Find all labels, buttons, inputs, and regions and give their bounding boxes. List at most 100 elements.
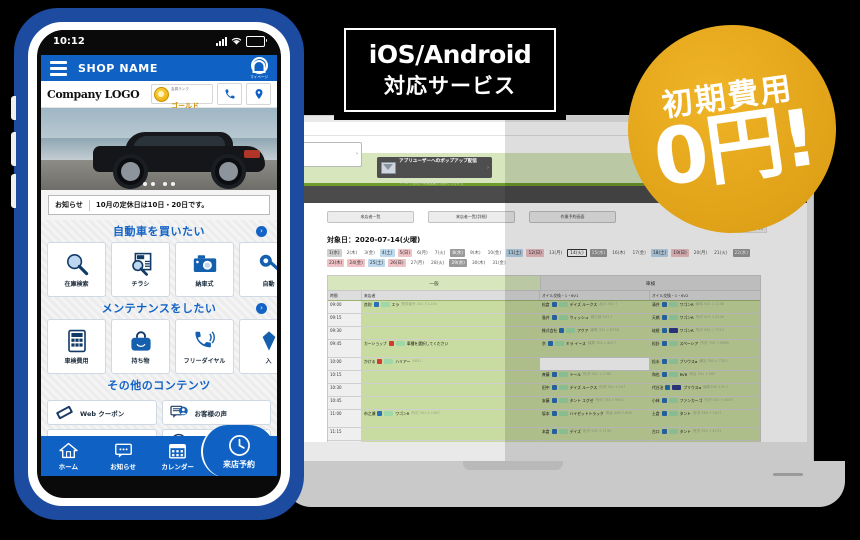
membership-rank-badge[interactable]: 会員ランク ゴールド: [151, 84, 213, 110]
hamburger-menu-icon[interactable]: [50, 60, 67, 76]
promo-composite: ュアル こちら › アプリユーザーへのポップアップ配信 イベント告知や緊急連絡方…: [0, 0, 860, 540]
tab-label: ホーム: [58, 462, 78, 471]
ios-badge-line1: iOS/Android: [368, 40, 532, 69]
phone-ring-icon: [194, 330, 215, 347]
tile-maintenance-extra[interactable]: 入: [239, 319, 277, 374]
chevron-right-icon[interactable]: ›: [256, 302, 267, 314]
plate-number: 所沢 501 ｵ 1367: [411, 411, 440, 415]
day-chip[interactable]: 3(金): [362, 249, 377, 257]
manual-line1: ュアル: [299, 146, 357, 153]
row-time: 09:45: [328, 340, 362, 357]
section-title-buy: 自動車を買いたい: [113, 225, 205, 238]
phone-volume-up-button[interactable]: [11, 132, 16, 166]
tile-label: 在庫検索: [64, 280, 89, 288]
laptop-trackpad-notch: [463, 461, 563, 470]
manual-line2: こちら: [299, 153, 357, 160]
notice-divider: [88, 199, 90, 211]
tile-free-dial[interactable]: フリーダイヤル: [175, 319, 234, 374]
clock-icon: [228, 434, 250, 456]
tile-delivery-ceremony[interactable]: 納車式: [175, 242, 234, 297]
hero-car-image: [93, 132, 265, 189]
row-time: 11:15: [328, 428, 362, 440]
map-button[interactable]: [246, 83, 271, 105]
tile-auto-extra[interactable]: 自動: [239, 242, 277, 297]
call-button[interactable]: [217, 83, 242, 105]
day-chip[interactable]: 9(木): [468, 249, 483, 257]
mail-icon: [381, 161, 396, 174]
battery-icon: [246, 35, 267, 47]
tab-visitor-list-detail[interactable]: 来店者一覧(詳細): [428, 211, 515, 223]
tile-label: 自動: [262, 280, 275, 288]
wifi-icon: [231, 37, 242, 45]
coupon-icon: [56, 405, 73, 420]
day-chip[interactable]: 8(水): [450, 249, 465, 257]
reserve-visit-button[interactable]: 来店予約: [201, 425, 275, 476]
mypage-button[interactable]: マイページ: [250, 56, 268, 80]
tile-label: Web クーポン: [80, 409, 125, 418]
day-chip[interactable]: 1(水): [327, 249, 342, 257]
phone-volume-down-button[interactable]: [11, 174, 16, 208]
visitor-name: 市之瀬: [364, 411, 376, 416]
status-chip: [373, 302, 379, 307]
tab-calendar[interactable]: カレンダー: [150, 442, 205, 471]
ios-badge-line2: 対応サービス: [384, 74, 516, 98]
status-chip: [388, 341, 394, 346]
tag-chip: [384, 359, 394, 364]
day-chip[interactable]: 23(木): [327, 259, 345, 267]
day-chip[interactable]: 25(土): [367, 259, 386, 267]
day-chip[interactable]: 26(日): [388, 259, 406, 267]
notice-bar[interactable]: お知らせ 10月の定休日は10日・20日です。: [48, 195, 270, 215]
phone-mute-button[interactable]: [11, 96, 16, 120]
day-chip[interactable]: 30(木): [470, 259, 487, 267]
tile-inspection-cost[interactable]: 車検費用: [47, 319, 106, 374]
car-model: エラ: [391, 302, 400, 307]
tile-label: 納車式: [195, 280, 214, 288]
popup-broadcast-button[interactable]: アプリユーザーへのポップアップ配信 イベント告知や緊急連絡方法はこちらから ›: [377, 157, 492, 185]
carousel-dots[interactable]: [143, 182, 175, 186]
day-chip[interactable]: 5(日): [397, 249, 413, 257]
day-chip[interactable]: 24(金): [347, 259, 365, 267]
chevron-right-icon[interactable]: ›: [256, 225, 267, 237]
day-chip[interactable]: 7(火): [433, 249, 448, 257]
tile-flyer[interactable]: チラシ: [111, 242, 170, 297]
tile-belongings[interactable]: 持ち物: [111, 319, 170, 374]
tile-web-coupon[interactable]: Web クーポン: [47, 400, 157, 425]
row-time: 09:15: [328, 314, 362, 326]
signal-bars-icon: [216, 36, 227, 46]
day-chip[interactable]: 27(月): [409, 259, 426, 267]
magnifier-icon: [66, 253, 88, 275]
section-title-other: その他のコンテンツ: [107, 379, 211, 392]
visitor-name: かける: [364, 359, 376, 364]
manual-card[interactable]: ュアル こちら ›: [299, 142, 362, 167]
row-time: 11:30: [328, 441, 362, 442]
tile-label: 持ち物: [131, 357, 150, 365]
other-row-1: Web クーポン お客様の声: [41, 400, 277, 425]
medal-icon: [154, 86, 169, 102]
logo-bar: Company LOGO 会員ランク ゴールド: [41, 81, 277, 110]
row-time: 10:45: [328, 397, 362, 409]
tab-visitor-list[interactable]: 来店者一覧: [327, 211, 414, 223]
tab-home[interactable]: ホーム: [41, 442, 96, 471]
day-chip[interactable]: 10(金): [486, 249, 503, 257]
hero-carousel[interactable]: [41, 108, 277, 190]
day-chip[interactable]: 29(水): [449, 259, 467, 267]
app-header: SHOP NAME マイページ: [41, 55, 277, 81]
day-chip[interactable]: 4(土): [379, 249, 395, 257]
row-time: 09:00: [328, 301, 362, 313]
section-header-buy: 自動車を買いたい ›: [41, 220, 277, 242]
tag-chip: [384, 411, 394, 416]
chevron-right-icon: ›: [487, 165, 489, 171]
row-time: 10:15: [328, 371, 362, 383]
day-chip[interactable]: 28(火): [429, 259, 446, 267]
bag-icon: [130, 330, 151, 351]
visitor-name: カーショップ: [364, 341, 387, 346]
col-header-time: 時間: [328, 291, 362, 300]
day-chip[interactable]: 2(木): [345, 249, 360, 257]
tile-customer-voice[interactable]: お客様の声: [161, 400, 271, 425]
phone-icon: [225, 89, 234, 99]
popup-title: アプリユーザーへのポップアップ配信: [399, 158, 478, 164]
day-chip[interactable]: 6(月): [415, 249, 430, 257]
chat-bubble-icon: [114, 443, 132, 457]
tab-notices[interactable]: お知らせ: [96, 442, 151, 471]
tile-stock-search[interactable]: 在庫検索: [47, 242, 106, 297]
